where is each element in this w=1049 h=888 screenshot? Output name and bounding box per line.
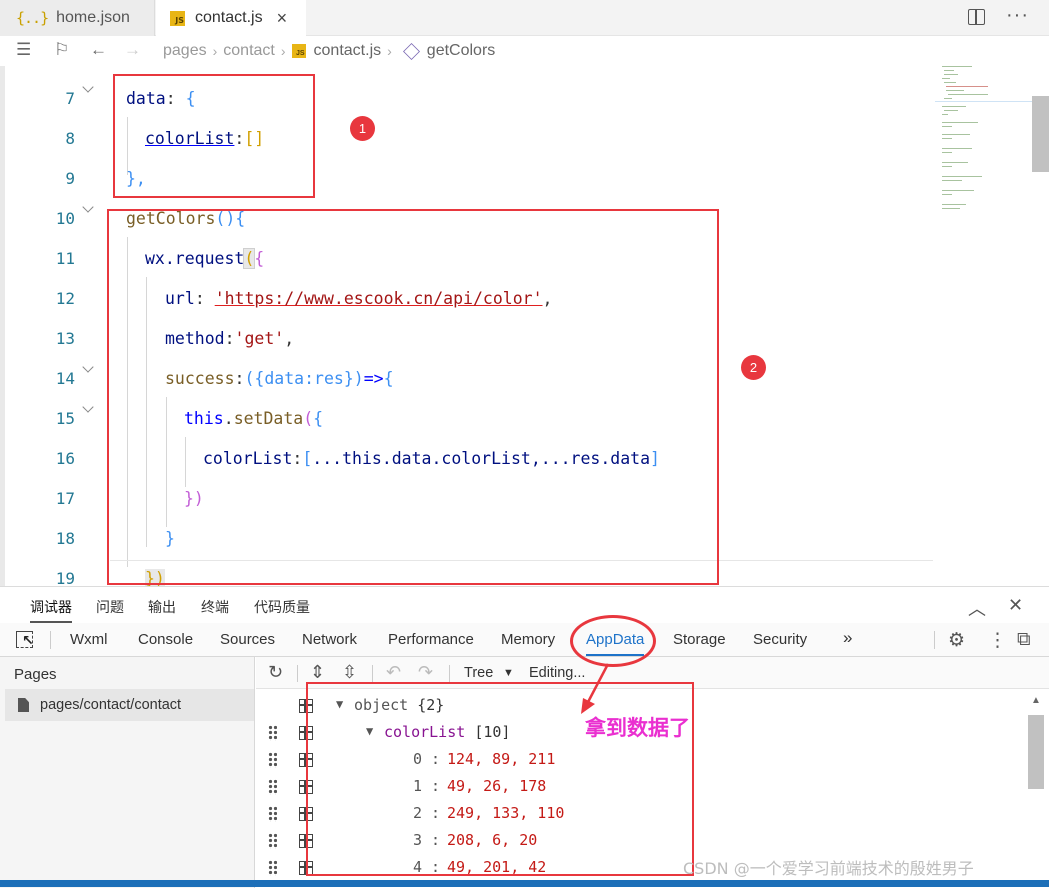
- devtools-tab-console[interactable]: Console: [138, 631, 193, 648]
- fold-chevron-icon[interactable]: [82, 362, 96, 376]
- more-tabs-icon[interactable]: »: [843, 628, 852, 648]
- gear-icon[interactable]: ⚙: [948, 629, 965, 652]
- more-actions-icon[interactable]: ···: [1006, 4, 1029, 27]
- js-file-icon: JS: [291, 44, 306, 58]
- expand-all-icon[interactable]: ⇕: [310, 662, 325, 683]
- tab-debugger[interactable]: 调试器: [30, 597, 72, 623]
- page-path: pages/contact/contact: [40, 697, 182, 713]
- file-icon: [18, 698, 29, 712]
- line-number: 7: [65, 89, 75, 108]
- editor-scrollbar[interactable]: [1032, 96, 1049, 172]
- line-number: 17: [55, 489, 75, 508]
- annotation-badge: 2: [741, 355, 766, 380]
- tab-output[interactable]: 输出: [148, 597, 176, 617]
- annotation-arrow-icon: [581, 663, 610, 714]
- collapse-all-icon[interactable]: ⇳: [342, 662, 357, 683]
- tab-home-json[interactable]: {..} home.json: [0, 0, 155, 36]
- kebab-menu-icon[interactable]: ⋮: [988, 629, 1007, 652]
- editor-tab-bar: {..} home.json JS contact.js × ···: [0, 0, 1049, 36]
- line-number: 11: [55, 249, 75, 268]
- json-icon: {..}: [16, 9, 49, 27]
- line-number: 18: [55, 529, 75, 548]
- divider: [372, 665, 373, 682]
- js-file-icon: JS: [170, 10, 185, 26]
- activity-strip: [0, 66, 5, 586]
- tab-code-quality[interactable]: 代码质量: [254, 597, 310, 617]
- devtools-tab-performance[interactable]: Performance: [388, 631, 474, 648]
- pages-title: Pages: [14, 666, 57, 683]
- breadcrumb-item[interactable]: contact.js: [314, 42, 382, 60]
- inspect-element-icon[interactable]: [16, 631, 34, 649]
- view-mode-select[interactable]: Tree: [464, 665, 493, 681]
- undo-icon[interactable]: ↶: [386, 662, 401, 683]
- line-number: 13: [55, 329, 75, 348]
- redo-icon[interactable]: ↷: [418, 662, 433, 683]
- line-number: 15: [55, 409, 75, 428]
- fold-chevron-icon[interactable]: [82, 82, 96, 96]
- tab-label: contact.js: [195, 9, 263, 26]
- refresh-icon[interactable]: ↻: [268, 662, 283, 683]
- tab-label: home.json: [56, 9, 130, 26]
- appdata-scrollbar[interactable]: [1028, 715, 1044, 789]
- back-arrow-icon[interactable]: ←: [90, 40, 107, 60]
- chevron-down-icon[interactable]: ▼: [503, 667, 514, 679]
- divider: [297, 665, 298, 682]
- drag-handle-icon[interactable]: [268, 833, 277, 849]
- devtools-tab-sources[interactable]: Sources: [220, 631, 275, 648]
- status-bar: [0, 880, 1049, 887]
- drag-handle-icon[interactable]: [268, 725, 277, 741]
- tab-terminal[interactable]: 终端: [201, 597, 229, 617]
- chevron-right-icon: ›: [280, 43, 286, 59]
- callout-text: 拿到数据了: [585, 716, 690, 740]
- devtools-tab-network[interactable]: Network: [302, 631, 357, 648]
- watermark: CSDN @一个爱学习前端技术的殷姓男子: [683, 859, 974, 878]
- line-number: 19: [55, 569, 75, 586]
- undock-icon[interactable]: ⧉: [1017, 629, 1031, 651]
- pages-sidebar: Pages pages/contact/contact: [0, 657, 255, 888]
- drag-handle-icon[interactable]: [268, 806, 277, 822]
- divider: [50, 631, 51, 649]
- close-icon[interactable]: ✕: [1008, 595, 1023, 616]
- breadcrumb-item[interactable]: pages: [163, 42, 207, 60]
- drag-handle-icon[interactable]: [268, 752, 277, 768]
- close-icon[interactable]: ×: [277, 8, 288, 29]
- divider: [934, 631, 935, 649]
- tab-problems[interactable]: 问题: [96, 597, 124, 617]
- breadcrumb: ☰ ⚐ ← → pages › contact › JS contact.js …: [0, 36, 1049, 66]
- chevron-right-icon: ›: [387, 43, 392, 59]
- scroll-up-arrow-icon[interactable]: ▲: [1031, 695, 1041, 706]
- line-number: 14: [55, 369, 75, 388]
- chevron-right-icon: ›: [212, 43, 218, 59]
- tab-contact-js[interactable]: JS contact.js ×: [156, 0, 306, 36]
- list-icon[interactable]: ☰: [16, 40, 31, 60]
- highlight-box-data: [113, 74, 315, 198]
- bookmark-icon[interactable]: ⚐: [54, 40, 69, 60]
- split-editor-icon[interactable]: [968, 9, 985, 25]
- pages-list-item[interactable]: pages/contact/contact: [5, 689, 254, 721]
- forward-arrow-icon[interactable]: →: [124, 40, 141, 60]
- method-cube-icon: [402, 42, 420, 60]
- line-number: 16: [55, 449, 75, 468]
- breadcrumb-item[interactable]: getColors: [427, 42, 495, 60]
- minimap[interactable]: [940, 66, 1030, 586]
- fold-chevron-icon[interactable]: [82, 402, 96, 416]
- drag-handle-icon[interactable]: [268, 860, 277, 876]
- devtools-tab-storage[interactable]: Storage: [673, 631, 726, 648]
- chevron-up-icon[interactable]: ︿: [968, 595, 986, 621]
- line-number: 12: [55, 289, 75, 308]
- line-number: 8: [65, 129, 75, 148]
- annotation-badge: 1: [350, 116, 375, 141]
- drag-handle-icon[interactable]: [268, 779, 277, 795]
- divider: [449, 665, 450, 682]
- breadcrumb-item[interactable]: contact: [223, 42, 275, 60]
- devtools-tab-wxml[interactable]: Wxml: [70, 631, 108, 648]
- highlight-box-getcolors: [107, 209, 719, 585]
- line-number: 9: [65, 169, 75, 188]
- devtools-tabs: Wxml Console Sources Network Performance…: [0, 623, 1049, 657]
- devtools-tab-memory[interactable]: Memory: [501, 631, 555, 648]
- line-number: 10: [55, 209, 75, 228]
- panel-tabs: 调试器 问题 输出 终端 代码质量 ︿ ✕: [0, 587, 1049, 623]
- fold-chevron-icon[interactable]: [82, 202, 96, 216]
- devtools-tab-security[interactable]: Security: [753, 631, 807, 648]
